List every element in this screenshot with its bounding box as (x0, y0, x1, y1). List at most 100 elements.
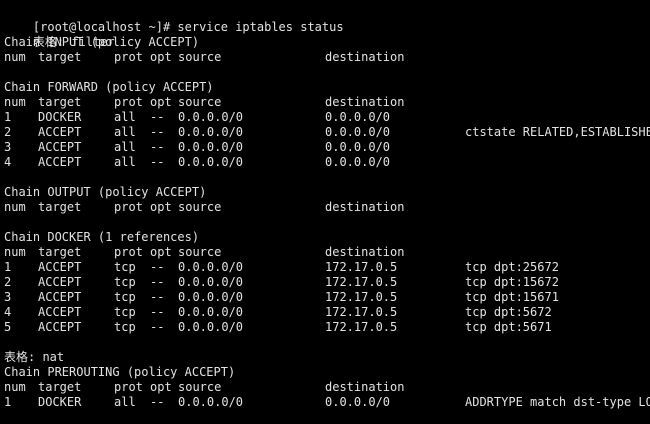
table-filter-label-line: 表格: filter (4, 20, 650, 49)
rule-opt: -- (150, 290, 165, 304)
rule-source: 0.0.0.0/0 (178, 110, 244, 124)
rule-extra: tcp dpt:15671 (465, 290, 559, 304)
rule-target: ACCEPT (38, 125, 82, 139)
rule-num: 1 (4, 395, 12, 409)
rule-prot: tcp (114, 290, 136, 304)
column-header-source: source (178, 50, 222, 64)
rule-destination: 172.17.0.5 (325, 305, 398, 319)
chain-header-line: Chain INPUT (policy ACCEPT) (4, 35, 650, 50)
rule-row: 2 ACCEPT all -- 0.0.0.0/0 0.0.0.0/0 ctstate RE… (4, 125, 650, 140)
column-header-source: source (178, 245, 222, 259)
rule-num: 4 (4, 305, 12, 319)
column-headers-line: num target prot opt source destination (4, 380, 650, 395)
rule-prot: all (114, 155, 136, 169)
column-header-prot: prot (114, 380, 143, 394)
rule-row: 5 ACCEPT tcp -- 0.0.0.0/0 172.17.0.5 tcp dpt:5… (4, 320, 650, 335)
rule-opt: -- (150, 275, 165, 289)
rule-opt: -- (150, 320, 165, 334)
iptables-output: Chain INPUT (policy ACCEPT) num target prot… (4, 35, 650, 410)
rule-destination: 0.0.0.0/0 (325, 110, 391, 124)
rule-target: ACCEPT (38, 260, 82, 274)
rule-source: 0.0.0.0/0 (178, 275, 244, 289)
rule-extra: ADDRTYPE match dst-type LOCAL (465, 395, 650, 409)
chain-header-line: Chain PREROUTING (policy ACCEPT) (4, 365, 650, 380)
column-header-target: target (38, 95, 82, 109)
column-header-num: num (4, 50, 26, 64)
column-header-destination: destination (325, 380, 405, 394)
column-header-opt: opt (150, 245, 172, 259)
rule-target: ACCEPT (38, 140, 82, 154)
rule-destination: 0.0.0.0/0 (325, 140, 391, 154)
column-header-source: source (178, 380, 222, 394)
rule-prot: tcp (114, 320, 136, 334)
column-headers-line: num target prot opt source destination (4, 200, 650, 215)
table-nat-label: 表格: nat (4, 350, 65, 364)
column-header-destination: destination (325, 245, 405, 259)
column-header-target: target (38, 380, 82, 394)
column-header-prot: prot (114, 245, 143, 259)
column-header-target: target (38, 50, 82, 64)
rule-opt: -- (150, 125, 165, 139)
rule-num: 3 (4, 290, 12, 304)
column-header-prot: prot (114, 50, 143, 64)
rule-source: 0.0.0.0/0 (178, 395, 244, 409)
rule-extra: ctstate RELATED,ESTABLISHED (465, 125, 650, 139)
rule-num: 5 (4, 320, 12, 334)
column-headers-line: num target prot opt source destination (4, 245, 650, 260)
column-header-opt: opt (150, 95, 172, 109)
rule-prot: all (114, 125, 136, 139)
rule-extra: tcp dpt:15672 (465, 275, 559, 289)
rule-row: 4 ACCEPT all -- 0.0.0.0/0 0.0.0.0/0 (4, 155, 650, 170)
rule-destination: 172.17.0.5 (325, 320, 398, 334)
column-header-num: num (4, 95, 26, 109)
rule-target: ACCEPT (38, 155, 82, 169)
column-header-opt: opt (150, 200, 172, 214)
rule-source: 0.0.0.0/0 (178, 125, 244, 139)
column-header-num: num (4, 245, 26, 259)
rule-extra: tcp dpt:25672 (465, 260, 559, 274)
table-nat-label-line: 表格: nat (4, 350, 650, 365)
rule-num: 2 (4, 275, 12, 289)
rule-row: 4 ACCEPT tcp -- 0.0.0.0/0 172.17.0.5 tcp dpt:5… (4, 305, 650, 320)
column-header-destination: destination (325, 50, 405, 64)
rule-destination: 172.17.0.5 (325, 290, 398, 304)
rule-opt: -- (150, 140, 165, 154)
rule-destination: 0.0.0.0/0 (325, 155, 391, 169)
rule-prot: tcp (114, 275, 136, 289)
rule-prot: tcp (114, 305, 136, 319)
column-header-source: source (178, 200, 222, 214)
rule-source: 0.0.0.0/0 (178, 290, 244, 304)
column-header-prot: prot (114, 200, 143, 214)
rule-opt: -- (150, 155, 165, 169)
terminal-window[interactable]: [root@localhost ~]# service iptables sta… (0, 0, 650, 424)
column-header-num: num (4, 380, 26, 394)
rule-row: 2 ACCEPT tcp -- 0.0.0.0/0 172.17.0.5 tcp dpt:1… (4, 275, 650, 290)
rule-num: 1 (4, 260, 12, 274)
rule-row: 1 DOCKER all -- 0.0.0.0/0 0.0.0.0/0 ADDRTYPE m… (4, 395, 650, 410)
rule-source: 0.0.0.0/0 (178, 260, 244, 274)
rule-destination: 172.17.0.5 (325, 260, 398, 274)
rule-row: 1 ACCEPT tcp -- 0.0.0.0/0 172.17.0.5 tcp dpt:2… (4, 260, 650, 275)
chain-header: Chain DOCKER (1 references) (4, 230, 200, 244)
column-header-source: source (178, 95, 222, 109)
rule-source: 0.0.0.0/0 (178, 320, 244, 334)
rule-source: 0.0.0.0/0 (178, 140, 244, 154)
rule-destination: 0.0.0.0/0 (325, 125, 391, 139)
chain-header-line: Chain FORWARD (policy ACCEPT) (4, 80, 650, 95)
column-headers-line: num target prot opt source destination (4, 95, 650, 110)
rule-extra: tcp dpt:5671 (465, 320, 552, 334)
column-header-opt: opt (150, 50, 172, 64)
rule-num: 4 (4, 155, 12, 169)
rule-target: DOCKER (38, 110, 82, 124)
rule-row: 3 ACCEPT all -- 0.0.0.0/0 0.0.0.0/0 (4, 140, 650, 155)
rule-target: ACCEPT (38, 275, 82, 289)
chain-header: Chain FORWARD (policy ACCEPT) (4, 80, 214, 94)
chain-header: Chain OUTPUT (policy ACCEPT) (4, 185, 207, 199)
rule-prot: all (114, 140, 136, 154)
column-header-target: target (38, 245, 82, 259)
rule-source: 0.0.0.0/0 (178, 305, 244, 319)
